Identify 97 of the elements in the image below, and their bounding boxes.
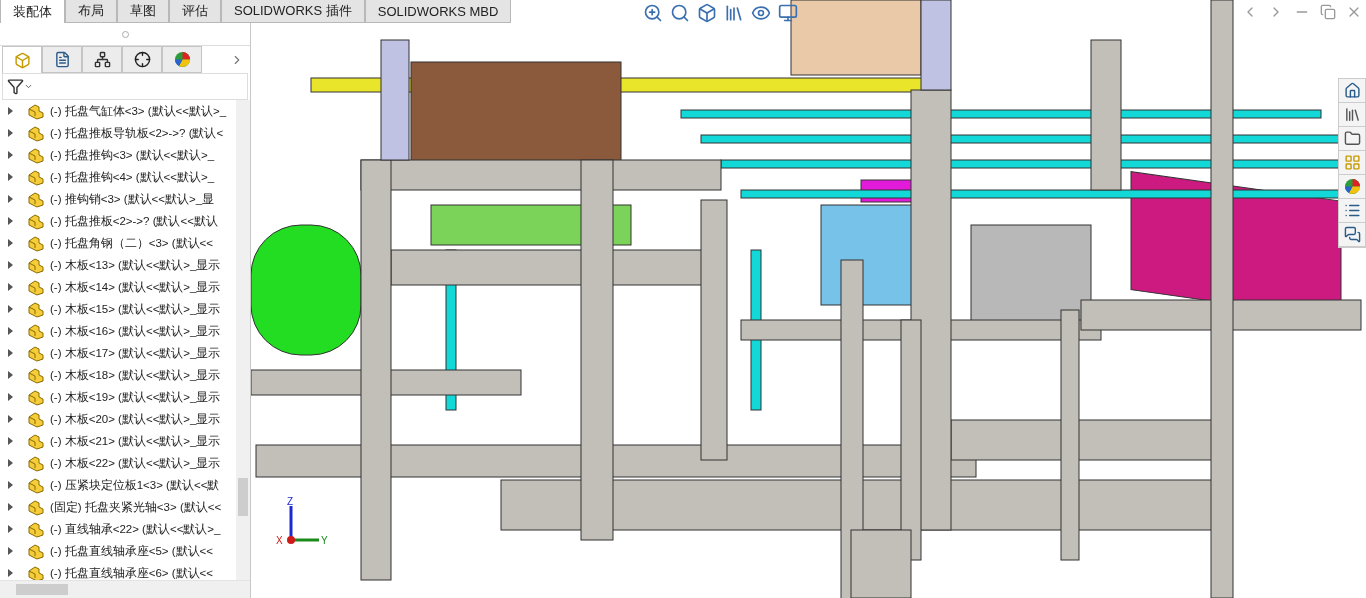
expand-arrow-icon[interactable]: [8, 371, 13, 379]
assembly-icon: [13, 51, 31, 69]
part-icon: [27, 454, 45, 472]
tree-item[interactable]: (-) 木板<13> (默认<<默认>_显示: [50, 257, 221, 273]
expand-arrow-icon[interactable]: [8, 459, 13, 467]
color-ball-icon: [173, 51, 191, 68]
filter-button[interactable]: [7, 78, 33, 95]
part-icon: [27, 366, 45, 384]
tree-item[interactable]: (-) 木板<15> (默认<<默认>_显示: [50, 301, 221, 317]
crosshair-icon: [133, 51, 151, 68]
tree-item[interactable]: (-) 托盘气缸体<3> (默认<<默认>_: [50, 103, 227, 119]
part-icon: [27, 102, 45, 120]
expand-arrow-icon[interactable]: [8, 327, 13, 335]
expand-arrow-icon[interactable]: [8, 217, 13, 225]
tree-item[interactable]: (-) 木板<14> (默认<<默认>_显示: [50, 279, 221, 295]
part-icon: [27, 476, 45, 494]
axis-label: Z: [287, 496, 294, 507]
tree-item[interactable]: (-) 木板<16> (默认<<默认>_显示: [50, 323, 221, 339]
part-icon: [27, 146, 45, 164]
part-icon: [27, 322, 45, 340]
zoom-area-icon[interactable]: [670, 3, 690, 23]
chat-icon[interactable]: [1339, 223, 1365, 247]
tree-item[interactable]: (-) 木板<22> (默认<<默认>_显示: [50, 455, 221, 471]
library-icon[interactable]: [1339, 103, 1365, 127]
part-icon: [27, 498, 45, 516]
tree-item[interactable]: (-) 托盘推钩<3> (默认<<默认>_: [50, 147, 215, 163]
part-icon: [27, 234, 45, 252]
command-tab[interactable]: 评估: [169, 0, 221, 23]
expand-arrow-icon[interactable]: [8, 415, 13, 423]
part-icon: [27, 190, 45, 208]
tree-item[interactable]: (-) 托盘直线轴承座<6> (默认<<: [50, 565, 213, 580]
tree-item[interactable]: (-) 托盘推板导轨板<2>->? (默认<: [50, 125, 224, 141]
configuration-icon: [93, 51, 111, 68]
zoom-fit-icon[interactable]: [643, 3, 663, 23]
command-tab[interactable]: SOLIDWORKS 插件: [221, 0, 365, 23]
tree-item[interactable]: (-) 木板<21> (默认<<默认>_显示: [50, 433, 221, 449]
command-tab[interactable]: 装配体: [0, 0, 65, 23]
display-settings-icon[interactable]: [778, 3, 798, 23]
panel-tab[interactable]: [42, 46, 82, 73]
hide-show-icon[interactable]: [751, 3, 771, 23]
part-icon: [27, 388, 45, 406]
expand-arrow-icon[interactable]: [8, 151, 13, 159]
command-tab[interactable]: SOLIDWORKS MBD: [364, 0, 512, 23]
command-tab[interactable]: 布局: [65, 0, 117, 23]
folder-icon[interactable]: [1339, 127, 1365, 151]
color-ball-icon: [1343, 178, 1361, 195]
expand-arrow-icon[interactable]: [8, 261, 13, 269]
part-icon: [27, 256, 45, 274]
tree-item[interactable]: (-) 托盘推钩<4> (默认<<默认>_: [50, 169, 215, 185]
expand-arrow-icon[interactable]: [8, 503, 13, 511]
horizontal-scrollbar[interactable]: [0, 580, 250, 598]
part-icon: [27, 432, 45, 450]
tree-item[interactable]: (-) 木板<20> (默认<<默认>_显示: [50, 411, 221, 427]
part-icon: [27, 344, 45, 362]
tree-item[interactable]: (-) 托盘推板<2>->? (默认<<默认: [50, 213, 218, 229]
expand-arrow-icon[interactable]: [8, 393, 13, 401]
part-icon: [27, 542, 45, 560]
expand-arrow-icon[interactable]: [8, 437, 13, 445]
part-icon: [27, 564, 45, 580]
appearance-icon[interactable]: [1339, 175, 1365, 199]
part-icon: [27, 300, 45, 318]
tree-item[interactable]: (-) 直线轴承<22> (默认<<默认>_: [50, 521, 221, 537]
caret-icon: [24, 82, 33, 91]
part-icon: [27, 168, 45, 186]
axis-label: X: [276, 535, 283, 546]
tree-item[interactable]: (-) 压紧块定位板1<3> (默认<<默: [50, 477, 220, 493]
expand-arrow-icon[interactable]: [8, 129, 13, 137]
part-icon: [27, 520, 45, 538]
tree-item[interactable]: (-) 推钩销<3> (默认<<默认>_显: [50, 191, 215, 207]
expand-arrow-icon[interactable]: [8, 547, 13, 555]
expand-arrow-icon[interactable]: [8, 349, 13, 357]
home-icon[interactable]: [1339, 79, 1365, 103]
tree-item[interactable]: (-) 木板<19> (默认<<默认>_显示: [50, 389, 221, 405]
tree-item[interactable]: (固定) 托盘夹紧光轴<3> (默认<<: [50, 499, 222, 515]
command-tab[interactable]: 草图: [117, 0, 169, 23]
expand-arrow-icon[interactable]: [8, 173, 13, 181]
part-icon: [27, 410, 45, 428]
axis-label: Y: [321, 535, 328, 546]
expand-arrow-icon[interactable]: [8, 239, 13, 247]
part-icon: [27, 278, 45, 296]
expand-arrow-icon[interactable]: [8, 195, 13, 203]
part-icon: [27, 124, 45, 142]
expand-arrow-icon[interactable]: [8, 481, 13, 489]
tree-item[interactable]: (-) 托盘直线轴承座<5> (默认<<: [50, 543, 213, 559]
vertical-scrollbar[interactable]: [236, 100, 250, 580]
expand-arrow-icon[interactable]: [8, 107, 13, 115]
expand-arrow-icon[interactable]: [8, 525, 13, 533]
restore-icon[interactable]: [1320, 4, 1336, 20]
tree-item[interactable]: (-) 托盘角钢（二）<3> (默认<<: [50, 235, 213, 251]
tree-item[interactable]: (-) 木板<17> (默认<<默认>_显示: [50, 345, 221, 361]
panel-tab[interactable]: [82, 46, 122, 73]
tree-item[interactable]: (-) 木板<18> (默认<<默认>_显示: [50, 367, 221, 383]
filter-icon: [7, 78, 24, 95]
panel-tab[interactable]: [122, 46, 162, 73]
part-icon: [27, 212, 45, 230]
expand-arrow-icon[interactable]: [8, 283, 13, 291]
expand-arrow-icon[interactable]: [8, 305, 13, 313]
